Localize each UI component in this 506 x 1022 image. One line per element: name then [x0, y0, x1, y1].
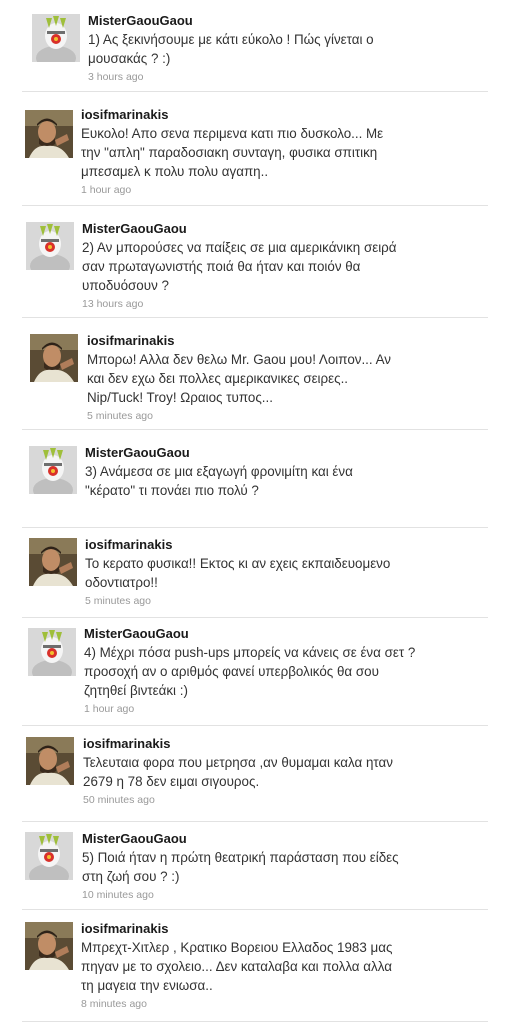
iosifmarinakis-avatar-photo[interactable]: [26, 737, 74, 785]
mistergaougaou-avatar-icon[interactable]: [28, 628, 76, 676]
iosifmarinakis-avatar-photo[interactable]: [25, 110, 73, 158]
tweet-text: Μπρεχτ-Χιτλερ , Κρατικο Βορειου Ελλαδος …: [81, 940, 393, 993]
tweet-text: 1) Ας ξεκινήσουμε με κάτι εύκολο ! Πώς γ…: [88, 32, 374, 66]
tweet-timestamp[interactable]: 5 minutes ago: [85, 594, 496, 608]
tweet-item: iosifmarinakis Τελευταια φορα που μετρησ…: [0, 726, 506, 822]
tweet-username[interactable]: MisterGaouGaou: [88, 12, 496, 29]
tweet-timestamp[interactable]: 1 hour ago: [84, 702, 496, 716]
tweet-username[interactable]: iosifmarinakis: [81, 920, 496, 937]
tweet-timestamp[interactable]: 8 minutes ago: [81, 997, 496, 1011]
tweet-username[interactable]: MisterGaouGaou: [82, 830, 496, 847]
iosifmarinakis-avatar-photo[interactable]: [25, 922, 73, 970]
tweet-text: 2) Αν μπορούσες να παίξεις σε μια αμερικ…: [82, 240, 397, 293]
tweet-item: iosifmarinakis Ευκολο! Απο σενα περιμενα…: [0, 92, 506, 206]
tweet-text: 5) Ποιά ήταν η πρώτη θεατρική παράσταση …: [82, 850, 399, 884]
tweet-timestamp[interactable]: 50 minutes ago: [83, 793, 496, 807]
tweet-item: iosifmarinakis Μπορω! Αλλα δεν θελω Mr. …: [0, 318, 506, 430]
tweet-item: MisterGaouGaou 2) Αν μπορούσες να παίξει…: [0, 206, 506, 318]
tweet-username[interactable]: MisterGaouGaou: [84, 625, 496, 642]
tweet-username[interactable]: iosifmarinakis: [87, 332, 496, 349]
tweet-text: Μπορω! Αλλα δεν θελω Mr. Gaou μου! Λοιπο…: [87, 352, 391, 405]
tweet-timestamp[interactable]: 13 hours ago: [82, 297, 496, 311]
tweet-item: MisterGaouGaou 5) Ποιά ήταν η πρώτη θεατ…: [0, 822, 506, 910]
tweet-text: 3) Ανάμεσα σε μια εξαγωγή φρονιμίτη και …: [85, 464, 353, 498]
tweet-timestamp[interactable]: 1 hour ago: [81, 183, 496, 197]
tweet-item: MisterGaouGaou 4) Μέχρι πόσα push-ups μπ…: [0, 618, 506, 726]
tweet-username[interactable]: iosifmarinakis: [81, 106, 496, 123]
iosifmarinakis-avatar-photo[interactable]: [30, 334, 78, 382]
mistergaougaou-avatar-icon[interactable]: [25, 832, 73, 880]
tweet-username[interactable]: MisterGaouGaou: [82, 220, 496, 237]
tweet-item: MisterGaouGaou 1) Ας ξεκινήσουμε με κάτι…: [0, 0, 506, 92]
tweet-item: MisterGaouGaou 3) Ανάμεσα σε μια εξαγωγή…: [0, 430, 506, 528]
tweet-timestamp[interactable]: 3 hours ago: [88, 70, 496, 84]
tweet-username[interactable]: MisterGaouGaou: [85, 444, 496, 461]
tweet-item: iosifmarinakis Μπρεχτ-Χιτλερ , Κρατικο Β…: [0, 910, 506, 1022]
tweet-timestamp[interactable]: 10 minutes ago: [82, 888, 496, 902]
mistergaougaou-avatar-icon[interactable]: [29, 446, 77, 494]
tweet-username[interactable]: iosifmarinakis: [85, 536, 496, 553]
mistergaougaou-avatar-icon[interactable]: [26, 222, 74, 270]
tweet-item: iosifmarinakis Το κερατο φυσικα!! Εκτος …: [0, 528, 506, 618]
tweet-text: 4) Μέχρι πόσα push-ups μπορείς να κάνεις…: [84, 645, 416, 698]
tweet-timestamp[interactable]: 5 minutes ago: [87, 409, 496, 423]
iosifmarinakis-avatar-photo[interactable]: [29, 538, 77, 586]
mistergaougaou-avatar-icon[interactable]: [32, 14, 80, 62]
tweet-text: Το κερατο φυσικα!! Εκτος κι αν εχεις εκπ…: [85, 556, 391, 590]
tweet-text: Τελευταια φορα που μετρησα ,αν θυμαμαι κ…: [83, 755, 393, 789]
tweet-text: Ευκολο! Απο σενα περιμενα κατι πιο δυσκο…: [81, 126, 384, 179]
tweet-username[interactable]: iosifmarinakis: [83, 735, 496, 752]
